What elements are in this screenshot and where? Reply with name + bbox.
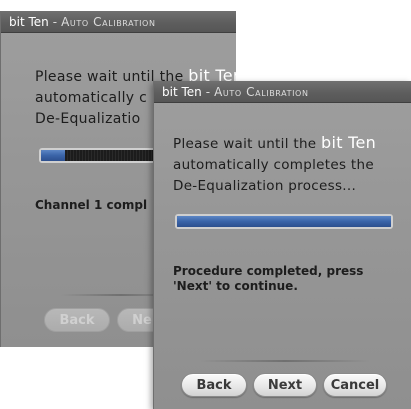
front-message-line3: De-Equalization process... xyxy=(173,178,357,194)
back-status-text: Channel 1 compl xyxy=(35,198,148,212)
cancel-button[interactable]: Cancel xyxy=(323,373,387,397)
front-status-line1: Procedure completed, press xyxy=(173,264,364,278)
front-window-title-text: Auto Calibration xyxy=(214,85,309,99)
front-window-title-separator: - xyxy=(205,85,211,99)
front-progress-bar xyxy=(175,214,393,229)
front-status-line2: 'Next' to continue. xyxy=(173,279,298,293)
back-window-title-brand: bit Ten xyxy=(9,15,49,29)
front-window-title-brand: bit Ten xyxy=(162,85,202,99)
back-message-line3: De-Equalizatio xyxy=(35,111,141,127)
front-window-titlebar: bit Ten - Auto Calibration xyxy=(154,81,411,103)
next-button[interactable]: Next xyxy=(253,373,317,397)
front-window-message: Please wait until the bit Ten automatica… xyxy=(173,132,376,197)
back-window-title-text: Auto Calibration xyxy=(61,15,156,29)
back-message-line1: Please wait unt xyxy=(35,69,147,85)
back-progress-fill xyxy=(41,150,65,161)
front-status-text: Procedure completed, press 'Next' to con… xyxy=(173,264,363,294)
back-window-back-button[interactable]: Back xyxy=(44,308,110,332)
front-progress-fill xyxy=(177,216,391,227)
front-message-brand: bit Ten xyxy=(321,133,377,152)
front-message-line1: Please wait until the xyxy=(173,136,321,152)
back-window-titlebar: bit Ten - Auto Calibration xyxy=(1,11,236,33)
front-calibration-window: bit Ten - Auto Calibration Please wait unt… xyxy=(153,81,411,409)
front-message-line2: automatically completes the xyxy=(173,157,374,173)
front-window-divider xyxy=(200,360,370,362)
back-message-line2: automatically c xyxy=(35,90,148,106)
back-window-title-separator: - xyxy=(52,15,58,29)
back-button[interactable]: Back xyxy=(181,373,247,397)
